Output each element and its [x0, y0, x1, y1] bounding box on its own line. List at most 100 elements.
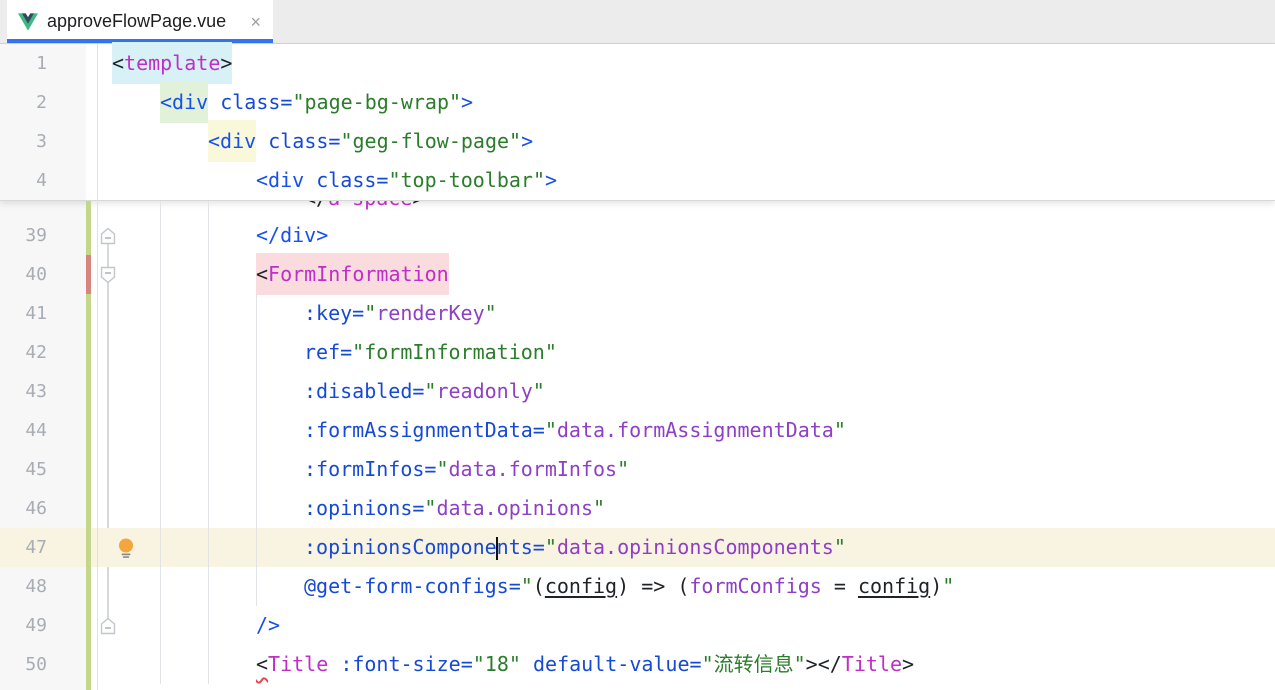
code-line[interactable]: 45:formInfos="data.formInfos" — [0, 450, 1275, 489]
code-token: :opinionsCompone — [304, 535, 497, 559]
code-token: ( — [665, 574, 689, 598]
vcs-change-marker — [86, 201, 91, 216]
code-token — [304, 168, 316, 192]
code-token: > — [545, 168, 557, 192]
code-token: @get-form-configs= — [304, 574, 521, 598]
code-token: class= — [268, 129, 340, 153]
code-line[interactable]: 47:opinionsComponents="data.opinionsComp… — [0, 528, 1275, 567]
code-line[interactable]: 46:opinions="data.opinions" — [0, 489, 1275, 528]
code-token: :opinions= — [304, 496, 424, 520]
close-icon[interactable]: × — [250, 13, 261, 31]
code-token: < — [256, 652, 268, 676]
code-token: " — [545, 418, 557, 442]
code-line[interactable]: 41:key="renderKey" — [0, 294, 1275, 333]
code-token: </ — [818, 652, 842, 676]
code-token: "top-toolbar" — [388, 168, 545, 192]
code-line[interactable]: 4<div class="top-toolbar"> — [0, 161, 1275, 200]
code-token: :key= — [304, 301, 364, 325]
code-editor[interactable]: </a-space>39</div>40<FormInformation41:k… — [0, 201, 1275, 690]
code-token: > — [461, 90, 473, 114]
indent-guide — [160, 201, 161, 684]
code-token: /> — [256, 613, 280, 637]
code-token: config — [545, 574, 617, 598]
code-token: " — [834, 535, 846, 559]
code-token: => — [641, 574, 665, 598]
code-token: " — [533, 379, 545, 403]
vcs-change-marker — [86, 684, 91, 690]
code-token: data.formInfos — [449, 457, 618, 481]
code-token: "page-bg-wrap" — [292, 90, 461, 114]
code-token: " — [521, 574, 533, 598]
code-token: readonly — [436, 379, 532, 403]
code-token — [256, 129, 268, 153]
code-token: "geg-flow-page" — [340, 129, 521, 153]
code-token: formConfigs — [689, 574, 821, 598]
tab-approveflowpage-vue[interactable]: approveFlowPage.vue × — [7, 0, 273, 43]
code-token: > — [902, 652, 914, 676]
code-token: " — [834, 418, 846, 442]
code-token: class= — [316, 168, 388, 192]
editor-tab-bar: approveFlowPage.vue × — [0, 0, 1275, 44]
code-token: "18" — [473, 652, 521, 676]
sticky-context-header: 1<template>2<div class="page-bg-wrap">3<… — [0, 44, 1275, 201]
code-line[interactable]: 49/> — [0, 606, 1275, 645]
code-token: ref= — [304, 340, 352, 364]
code-token — [208, 90, 220, 114]
code-token: data.opinions — [436, 496, 593, 520]
code-token: :font-size= — [340, 652, 472, 676]
code-line[interactable]: 44:formAssignmentData="data.formAssignme… — [0, 411, 1275, 450]
code-line[interactable]: 48@get-form-configs="(config) => (formCo… — [0, 567, 1275, 606]
code-token: <div — [208, 120, 256, 162]
code-token: " — [424, 496, 436, 520]
code-token: "formInformation" — [352, 340, 557, 364]
code-line[interactable]: </a-space> — [0, 201, 1275, 216]
code-token: config — [858, 574, 930, 598]
code-token: " — [617, 457, 629, 481]
code-token: " — [424, 379, 436, 403]
code-token: Title — [842, 652, 902, 676]
code-token — [521, 652, 533, 676]
ide-window: approveFlowPage.vue × 1<template>2<div c… — [0, 0, 1275, 690]
indent-guide — [208, 201, 209, 684]
code-line[interactable]: 1<template> — [0, 44, 1275, 83]
code-token: class= — [220, 90, 292, 114]
code-token: :formInfos= — [304, 457, 436, 481]
code-token: <div — [256, 168, 304, 192]
code-line[interactable]: 43:disabled="readonly" — [0, 372, 1275, 411]
code-token: FormInformation — [268, 253, 449, 295]
code-token — [328, 652, 340, 676]
tab-label: approveFlowPage.vue — [47, 11, 226, 32]
code-token: ) — [930, 574, 942, 598]
indent-guide — [256, 294, 257, 606]
code-line[interactable]: 3<div class="geg-flow-page"> — [0, 122, 1275, 161]
code-token: <div — [160, 81, 208, 123]
code-token: a-space — [328, 201, 412, 210]
code-token: data.formAssignmentData — [557, 418, 834, 442]
code-token: " — [364, 301, 376, 325]
code-line[interactable]: 40<FormInformation — [0, 255, 1275, 294]
code-line[interactable]: 50<Title :font-size="18" default-value="… — [0, 645, 1275, 684]
code-token: > — [521, 129, 533, 153]
code-token: = — [822, 574, 858, 598]
code-token: Title — [268, 652, 328, 676]
code-token: renderKey — [376, 301, 484, 325]
code-line[interactable]: 2<div class="page-bg-wrap"> — [0, 83, 1275, 122]
code-token: ( — [533, 574, 545, 598]
code-token: > — [220, 42, 232, 84]
code-token: " — [593, 496, 605, 520]
code-token: < — [256, 253, 268, 295]
code-token: ) — [617, 574, 641, 598]
code-token: " — [545, 535, 557, 559]
code-token: " — [436, 457, 448, 481]
code-token: " — [942, 574, 954, 598]
code-line[interactable]: 42ref="formInformation" — [0, 333, 1275, 372]
code-token: " — [485, 301, 497, 325]
gutter-border — [97, 44, 98, 690]
code-token: data.opinionsComponents — [557, 535, 834, 559]
code-token: :formAssignmentData= — [304, 418, 545, 442]
code-token: < — [112, 42, 124, 84]
code-line[interactable]: 39</div> — [0, 216, 1275, 255]
code-token: default-value= — [533, 652, 702, 676]
code-token: </div> — [256, 223, 328, 247]
code-token: template — [124, 42, 220, 84]
